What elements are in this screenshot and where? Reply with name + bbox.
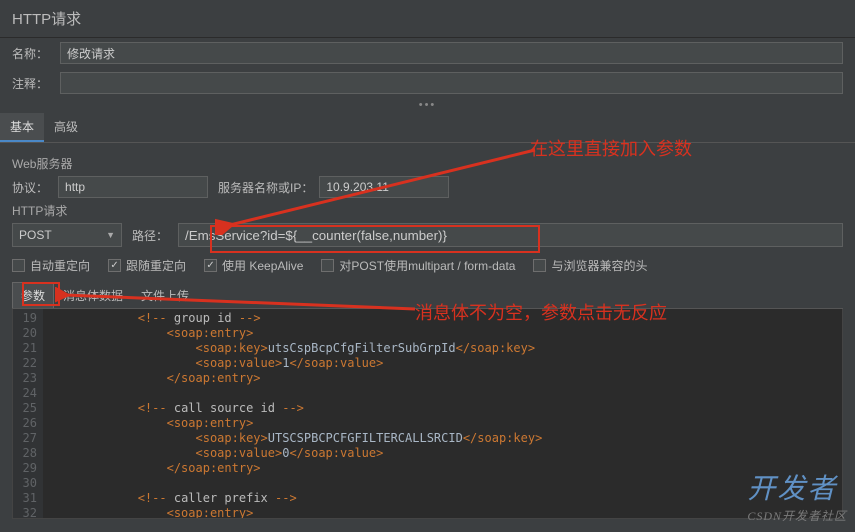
splitter-handle[interactable]: •••	[0, 98, 855, 113]
line-number-gutter: 1920212223242526272829303132	[13, 309, 43, 518]
name-row: 名称：	[0, 38, 855, 68]
checkbox-icon	[204, 259, 217, 272]
cb-multipart[interactable]: 对POST使用multipart / form-data	[321, 257, 515, 274]
protocol-input[interactable]	[58, 176, 208, 198]
webserver-section-label: Web服务器	[12, 155, 843, 172]
name-input[interactable]	[60, 42, 843, 64]
checkbox-row: 自动重定向 跟随重定向 使用 KeepAlive 对POST使用multipar…	[12, 257, 843, 274]
server-label: 服务器名称或IP：	[218, 179, 313, 196]
method-select[interactable]: POST ▼	[12, 223, 122, 247]
comment-row: 注释：	[0, 68, 855, 98]
sub-tab-body[interactable]: 消息体数据	[54, 282, 132, 308]
checkbox-icon	[12, 259, 25, 272]
tab-advanced[interactable]: 高级	[44, 113, 88, 142]
cb-auto-redirect[interactable]: 自动重定向	[12, 257, 90, 274]
checkbox-icon	[108, 259, 121, 272]
chevron-down-icon: ▼	[106, 230, 115, 240]
server-input[interactable]	[319, 176, 449, 198]
checkbox-icon	[321, 259, 334, 272]
comment-label: 注释：	[12, 75, 54, 92]
http-section-label: HTTP请求	[12, 202, 843, 219]
code-area[interactable]: 1920212223242526272829303132 <!-- group …	[12, 309, 843, 519]
cb-keepalive[interactable]: 使用 KeepAlive	[204, 257, 303, 274]
cb-follow-redirect[interactable]: 跟随重定向	[108, 257, 186, 274]
title-text: HTTP请求	[12, 11, 81, 28]
checkbox-icon	[533, 259, 546, 272]
comment-input[interactable]	[60, 72, 843, 94]
protocol-label: 协议：	[12, 179, 48, 196]
main-area: Web服务器 协议： 服务器名称或IP： HTTP请求 POST ▼ 路径： 自…	[0, 143, 855, 519]
path-input[interactable]	[178, 223, 843, 247]
sub-tab-files[interactable]: 文件上传	[132, 282, 198, 308]
cb-browser-compat[interactable]: 与浏览器兼容的头	[533, 257, 647, 274]
path-label: 路径：	[132, 227, 168, 244]
http-row: POST ▼ 路径：	[12, 223, 843, 247]
method-value: POST	[19, 228, 52, 242]
code-lines[interactable]: <!-- group id --> <soap:entry> <soap:key…	[43, 309, 542, 518]
sub-tabs: 参数 消息体数据 文件上传	[12, 282, 843, 309]
tab-basic[interactable]: 基本	[0, 113, 44, 142]
main-tabs: 基本 高级	[0, 113, 855, 143]
sub-tab-params[interactable]: 参数	[12, 282, 54, 308]
panel-title: HTTP请求	[0, 0, 855, 38]
webserver-row: 协议： 服务器名称或IP：	[12, 176, 843, 198]
name-label: 名称：	[12, 45, 54, 62]
